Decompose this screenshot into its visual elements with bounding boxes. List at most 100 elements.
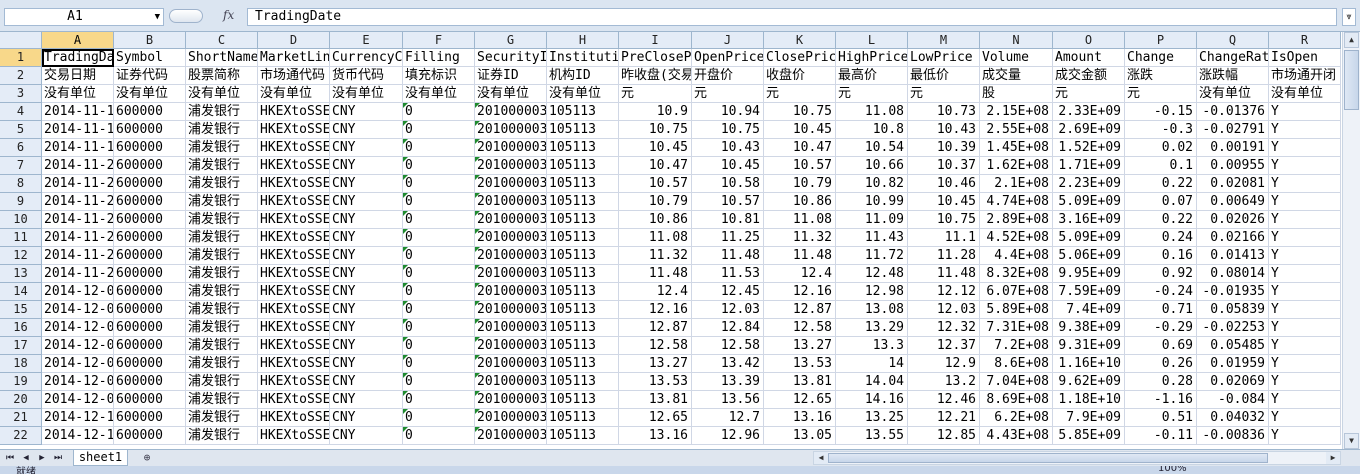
cell-e15[interactable]: CNY xyxy=(330,301,403,319)
cell-r7[interactable]: Y xyxy=(1269,157,1341,175)
row-header-8[interactable]: 8 xyxy=(0,175,42,193)
cell-g14[interactable]: 2010000039 xyxy=(475,283,547,301)
cell-k15[interactable]: 12.87 xyxy=(764,301,836,319)
cell-c6[interactable]: 浦发银行 xyxy=(186,139,258,157)
cell-n8[interactable]: 2.1E+08 xyxy=(980,175,1053,193)
cell-r5[interactable]: Y xyxy=(1269,121,1341,139)
row-header-14[interactable]: 14 xyxy=(0,283,42,301)
cell-l4[interactable]: 11.08 xyxy=(836,103,908,121)
cell-i1[interactable]: PreClosePrice xyxy=(619,49,692,67)
zoom-level[interactable]: 100% xyxy=(1158,466,1187,474)
cell-o20[interactable]: 1.18E+10 xyxy=(1053,391,1125,409)
cell-g10[interactable]: 2010000039 xyxy=(475,211,547,229)
cell-k11[interactable]: 11.32 xyxy=(764,229,836,247)
scroll-down-icon[interactable]: ▼ xyxy=(1344,433,1359,449)
cell-r13[interactable]: Y xyxy=(1269,265,1341,283)
cell-j17[interactable]: 12.58 xyxy=(692,337,764,355)
horizontal-scroll-thumb[interactable] xyxy=(828,453,1268,463)
cell-i18[interactable]: 13.27 xyxy=(619,355,692,373)
cell-l6[interactable]: 10.54 xyxy=(836,139,908,157)
cell-a4[interactable]: 2014-11-17 xyxy=(42,103,114,121)
cell-p20[interactable]: -1.16 xyxy=(1125,391,1197,409)
cell-i17[interactable]: 12.58 xyxy=(619,337,692,355)
cell-q18[interactable]: 0.01959 xyxy=(1197,355,1269,373)
cell-a18[interactable]: 2014-12-05 xyxy=(42,355,114,373)
cell-i13[interactable]: 11.48 xyxy=(619,265,692,283)
cell-n11[interactable]: 4.52E+08 xyxy=(980,229,1053,247)
scroll-up-icon[interactable]: ▲ xyxy=(1344,32,1359,48)
cell-h8[interactable]: 105113 xyxy=(547,175,619,193)
cell-q3[interactable]: 没有单位 xyxy=(1197,85,1269,103)
cell-e20[interactable]: CNY xyxy=(330,391,403,409)
cell-g19[interactable]: 2010000039 xyxy=(475,373,547,391)
cell-n10[interactable]: 2.89E+08 xyxy=(980,211,1053,229)
cell-c22[interactable]: 浦发银行 xyxy=(186,427,258,445)
row-header-2[interactable]: 2 xyxy=(0,67,42,85)
cell-a16[interactable]: 2014-12-03 xyxy=(42,319,114,337)
cell-a13[interactable]: 2014-11-28 xyxy=(42,265,114,283)
cell-g8[interactable]: 2010000039 xyxy=(475,175,547,193)
cell-m6[interactable]: 10.39 xyxy=(908,139,980,157)
cell-j20[interactable]: 13.56 xyxy=(692,391,764,409)
cell-r3[interactable]: 没有单位 xyxy=(1269,85,1341,103)
column-header-q[interactable]: Q xyxy=(1197,32,1269,49)
cell-h18[interactable]: 105113 xyxy=(547,355,619,373)
cell-h2[interactable]: 机构ID xyxy=(547,67,619,85)
row-header-3[interactable]: 3 xyxy=(0,85,42,103)
cell-p5[interactable]: -0.3 xyxy=(1125,121,1197,139)
tab-sheet1[interactable]: sheet1 xyxy=(73,450,128,466)
row-header-7[interactable]: 7 xyxy=(0,157,42,175)
next-sheet-icon[interactable]: ▶ xyxy=(34,451,50,465)
cell-a15[interactable]: 2014-12-02 xyxy=(42,301,114,319)
cell-a6[interactable]: 2014-11-19 xyxy=(42,139,114,157)
cell-d14[interactable]: HKEXtoSSE xyxy=(258,283,330,301)
cell-b18[interactable]: 600000 xyxy=(114,355,186,373)
cell-o2[interactable]: 成交金额 xyxy=(1053,67,1125,85)
cell-c15[interactable]: 浦发银行 xyxy=(186,301,258,319)
cell-p22[interactable]: -0.11 xyxy=(1125,427,1197,445)
cell-j19[interactable]: 13.39 xyxy=(692,373,764,391)
cell-g16[interactable]: 2010000039 xyxy=(475,319,547,337)
cell-i14[interactable]: 12.4 xyxy=(619,283,692,301)
cell-e16[interactable]: CNY xyxy=(330,319,403,337)
cell-e4[interactable]: CNY xyxy=(330,103,403,121)
select-all-corner[interactable] xyxy=(0,32,42,49)
cell-l10[interactable]: 11.09 xyxy=(836,211,908,229)
cell-d22[interactable]: HKEXtoSSE xyxy=(258,427,330,445)
cell-c20[interactable]: 浦发银行 xyxy=(186,391,258,409)
cell-q11[interactable]: 0.02166 xyxy=(1197,229,1269,247)
cell-f20[interactable]: 0 xyxy=(403,391,475,409)
cell-n1[interactable]: Volume xyxy=(980,49,1053,67)
cell-o22[interactable]: 5.85E+09 xyxy=(1053,427,1125,445)
cell-b22[interactable]: 600000 xyxy=(114,427,186,445)
cell-p17[interactable]: 0.69 xyxy=(1125,337,1197,355)
cell-a7[interactable]: 2014-11-20 xyxy=(42,157,114,175)
cell-j14[interactable]: 12.45 xyxy=(692,283,764,301)
cell-g6[interactable]: 2010000039 xyxy=(475,139,547,157)
cell-i9[interactable]: 10.79 xyxy=(619,193,692,211)
cell-g20[interactable]: 2010000039 xyxy=(475,391,547,409)
cell-m22[interactable]: 12.85 xyxy=(908,427,980,445)
cell-j11[interactable]: 11.25 xyxy=(692,229,764,247)
cell-d10[interactable]: HKEXtoSSE xyxy=(258,211,330,229)
cell-o21[interactable]: 7.9E+09 xyxy=(1053,409,1125,427)
cell-m8[interactable]: 10.46 xyxy=(908,175,980,193)
cell-f11[interactable]: 0 xyxy=(403,229,475,247)
cell-k14[interactable]: 12.16 xyxy=(764,283,836,301)
cell-r1[interactable]: IsOpen xyxy=(1269,49,1341,67)
cell-h12[interactable]: 105113 xyxy=(547,247,619,265)
cell-e6[interactable]: CNY xyxy=(330,139,403,157)
cell-q2[interactable]: 涨跌幅 xyxy=(1197,67,1269,85)
cell-j9[interactable]: 10.57 xyxy=(692,193,764,211)
cell-a17[interactable]: 2014-12-04 xyxy=(42,337,114,355)
cell-d9[interactable]: HKEXtoSSE xyxy=(258,193,330,211)
column-header-o[interactable]: O xyxy=(1053,32,1125,49)
cell-b13[interactable]: 600000 xyxy=(114,265,186,283)
cell-j1[interactable]: OpenPrice xyxy=(692,49,764,67)
cell-g4[interactable]: 2010000039 xyxy=(475,103,547,121)
cell-q16[interactable]: -0.02253 xyxy=(1197,319,1269,337)
cell-o16[interactable]: 9.38E+09 xyxy=(1053,319,1125,337)
cell-p15[interactable]: 0.71 xyxy=(1125,301,1197,319)
cell-l13[interactable]: 12.48 xyxy=(836,265,908,283)
cell-n9[interactable]: 4.74E+08 xyxy=(980,193,1053,211)
